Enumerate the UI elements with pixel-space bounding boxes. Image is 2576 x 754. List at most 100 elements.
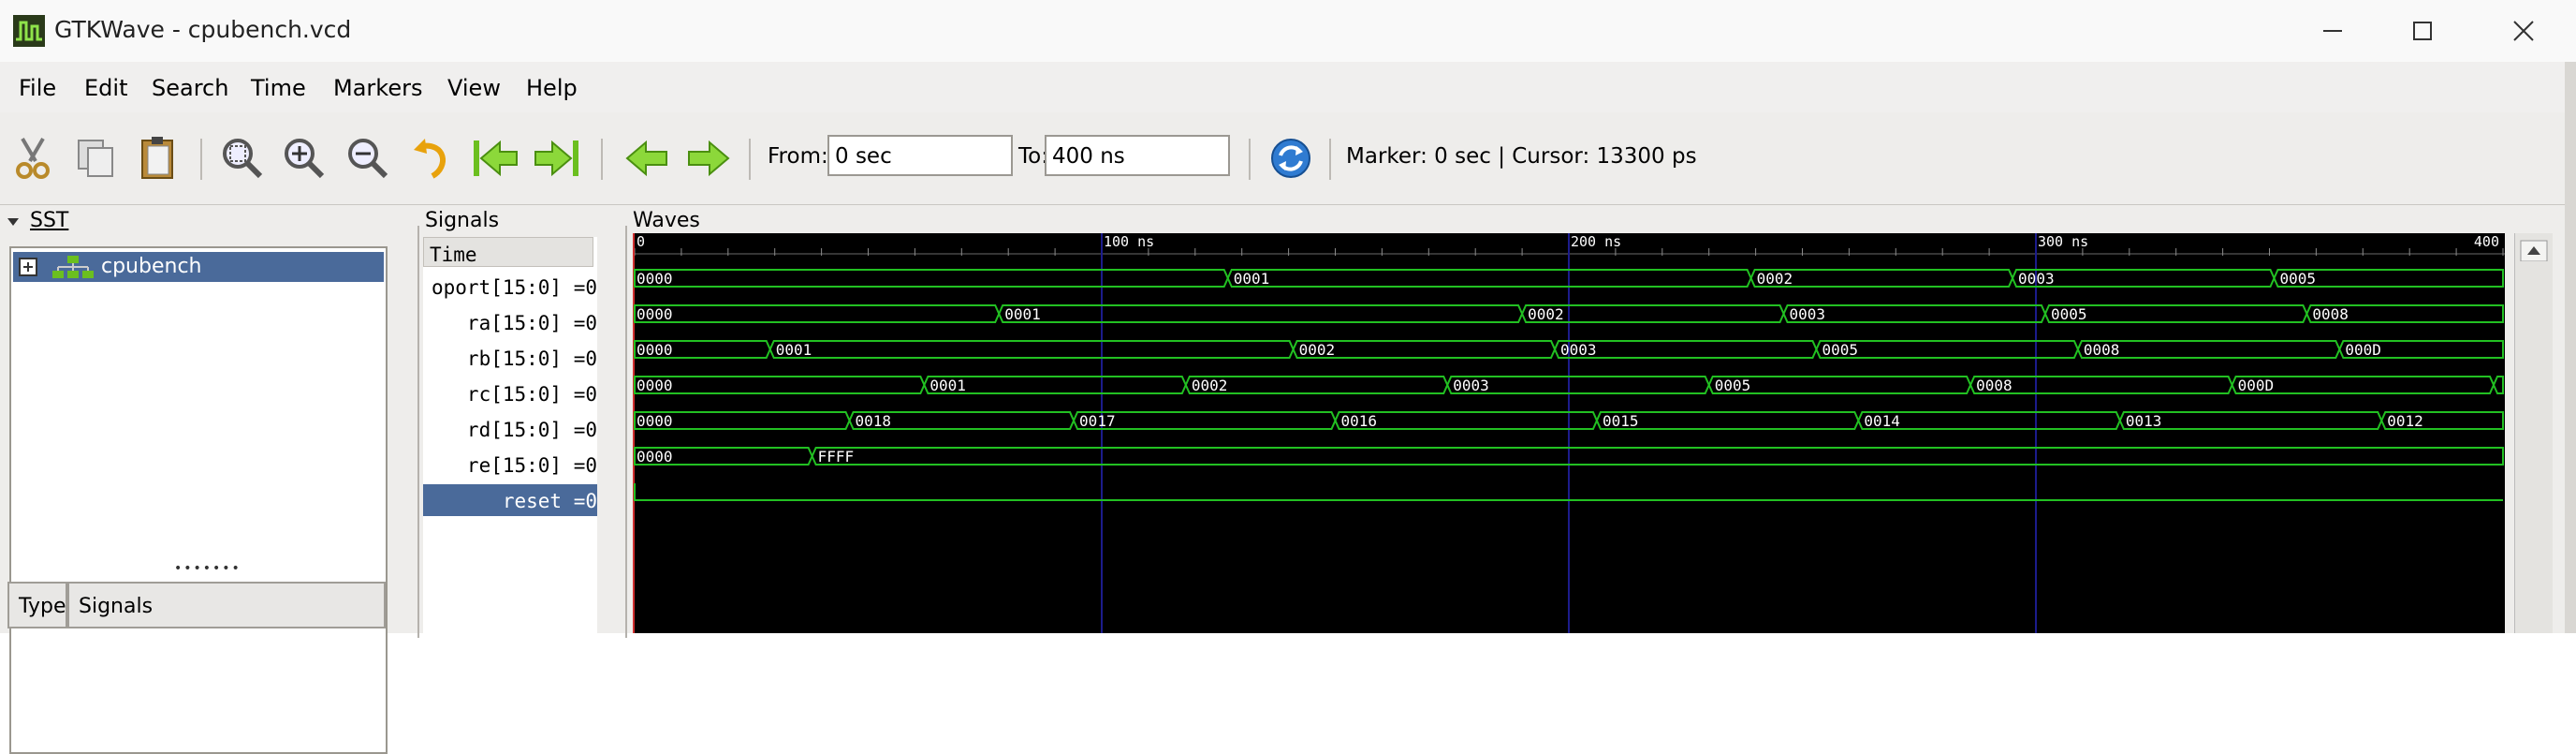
bus-value-label: 0003: [1790, 305, 1826, 323]
bus-value-label: 0000: [637, 270, 673, 288]
waves-title: Waves: [629, 209, 704, 232]
from-label: From:: [768, 144, 828, 169]
toolbar-separator: [200, 139, 202, 180]
bus-value-label: 0012: [2387, 412, 2423, 430]
bus-value-label: 0003: [1560, 341, 1597, 359]
minimize-icon: [2323, 30, 2342, 32]
marker-cursor-readout: Marker: 0 sec | Cursor: 13300 ps: [1346, 144, 1697, 169]
from-field[interactable]: 0 sec: [827, 135, 1013, 176]
undo-zoom-icon[interactable]: [408, 133, 459, 184]
signal-row-rb[interactable]: rb[15:0] =0: [423, 342, 597, 374]
toolbar-separator: [1249, 139, 1251, 180]
toolbar: From: 0 sec To: 400 ns Marker: 0 sec | C…: [0, 112, 2565, 206]
zoom-fit-icon[interactable]: [217, 133, 268, 184]
bus-value-label: 0008: [2084, 341, 2120, 359]
ruler-label: 0: [637, 233, 645, 250]
menu-search[interactable]: Search: [152, 75, 228, 101]
column-type[interactable]: Type: [7, 582, 67, 628]
scroll-up-icon[interactable]: [2515, 233, 2553, 262]
bus-value-label: 000D: [2238, 377, 2275, 394]
column-signals[interactable]: Signals: [67, 582, 386, 628]
jump-end-icon[interactable]: [532, 133, 582, 184]
sst-title: SST: [30, 209, 69, 232]
pane-resize-grip[interactable]: •••••••: [174, 561, 242, 576]
bus-value-label: 0008: [2312, 305, 2349, 323]
paste-icon[interactable]: [133, 133, 183, 184]
reload-icon[interactable]: [1266, 133, 1316, 184]
next-edge-icon[interactable]: [683, 133, 734, 184]
menu-edit[interactable]: Edit: [84, 75, 127, 101]
prev-edge-icon[interactable]: [622, 133, 672, 184]
bus-value-label: 0005: [1822, 341, 1858, 359]
menu-markers[interactable]: Markers: [333, 75, 422, 101]
time-header: Time: [423, 237, 593, 267]
collapse-arrow-icon[interactable]: [6, 214, 21, 229]
menu-help[interactable]: Help: [526, 75, 578, 101]
bus-value-label: 0018: [856, 412, 892, 430]
bus-value-label: 0000: [637, 305, 673, 323]
waveform-canvas[interactable]: 0 100 ns 200 ns 300 ns 400 0000 0001 0002 0003 00…: [633, 233, 2505, 633]
signals-list: Time oport[15:0] =0 ra[15:0] =0 rb[15:0]…: [423, 237, 597, 640]
menu-view[interactable]: View: [447, 75, 501, 101]
main-panes: SST cpubench ••••••• Type Signals Signal…: [0, 205, 2565, 754]
signal-row-rc[interactable]: rc[15:0] =0: [423, 377, 597, 409]
toolbar-separator: [749, 139, 751, 180]
gtkwave-app-icon: [13, 15, 45, 47]
bus-value-label: 0002: [1192, 377, 1228, 394]
zoom-in-icon[interactable]: [279, 133, 329, 184]
ruler-label: 400: [2474, 233, 2499, 250]
maximize-button[interactable]: [2393, 9, 2452, 52]
copy-icon[interactable]: [71, 133, 122, 184]
bus-value-label: 0003: [1453, 377, 1489, 394]
signal-row-oport[interactable]: oport[15:0] =0: [423, 271, 597, 303]
to-field[interactable]: 400 ns: [1045, 135, 1230, 176]
toolbar-separator: [1329, 139, 1331, 180]
signals-title: Signals: [421, 209, 504, 232]
window-title: GTKWave - cpubench.vcd: [54, 16, 352, 43]
signal-row-re[interactable]: re[15:0] =0: [423, 449, 597, 480]
tree-item-cpubench[interactable]: cpubench: [13, 252, 384, 282]
bus-value-label: 0005: [1715, 377, 1751, 394]
menu-file[interactable]: File: [19, 75, 56, 101]
menu-time[interactable]: Time: [251, 75, 306, 101]
cut-icon[interactable]: [7, 133, 58, 184]
close-button[interactable]: [2494, 9, 2554, 52]
ruler-label: 100 ns: [1104, 233, 1154, 250]
ruler-label: 200 ns: [1571, 233, 1621, 250]
bus-value-label: 0016: [1341, 412, 1378, 430]
jump-start-icon[interactable]: [470, 133, 520, 184]
bus-value-label: 0000: [637, 341, 673, 359]
bus-value-label: 0017: [1079, 412, 1116, 430]
bus-value-label: 0001: [776, 341, 812, 359]
signal-row-ra[interactable]: ra[15:0] =0: [423, 306, 597, 338]
bus-value-label: 0008: [1976, 377, 2012, 394]
bus-value-label: 0000: [637, 412, 673, 430]
toolbar-separator: [601, 139, 603, 180]
zoom-out-icon[interactable]: [343, 133, 393, 184]
menu-bar: File Edit Search Time Markers View Help: [0, 62, 2565, 113]
bus-value-label: 0005: [2279, 270, 2316, 288]
close-icon: [2513, 21, 2534, 41]
expand-icon[interactable]: [19, 258, 37, 276]
bus-value-label: 000D: [2345, 341, 2381, 359]
sst-tree: cpubench: [9, 246, 388, 754]
bus-value-label: 0002: [1757, 270, 1793, 288]
minimize-button[interactable]: [2303, 9, 2363, 52]
bus-value-label: 0000: [637, 448, 673, 466]
bus-value-label: 0001: [929, 377, 966, 394]
signal-row-rd[interactable]: rd[15:0] =0: [423, 413, 597, 445]
bus-value-label: 0002: [1528, 305, 1564, 323]
signal-row-reset[interactable]: reset =0: [423, 484, 597, 516]
bus-value-label: 0005: [2051, 305, 2087, 323]
bus-value-label: 0015: [1603, 412, 1639, 430]
module-hierarchy-icon: [52, 256, 94, 278]
bus-value-label: 0001: [1004, 305, 1041, 323]
bus-value-label: 0002: [1299, 341, 1336, 359]
bus-value-label: FFFF: [818, 448, 855, 466]
title-bar: GTKWave - cpubench.vcd: [0, 0, 2576, 62]
bus-value-label: 0003: [2018, 270, 2055, 288]
sst-signal-header: Type Signals: [7, 582, 386, 628]
vertical-scrollbar[interactable]: [2514, 233, 2553, 633]
bus-value-label: 0001: [1234, 270, 1270, 288]
ruler-label: 300 ns: [2038, 233, 2088, 250]
